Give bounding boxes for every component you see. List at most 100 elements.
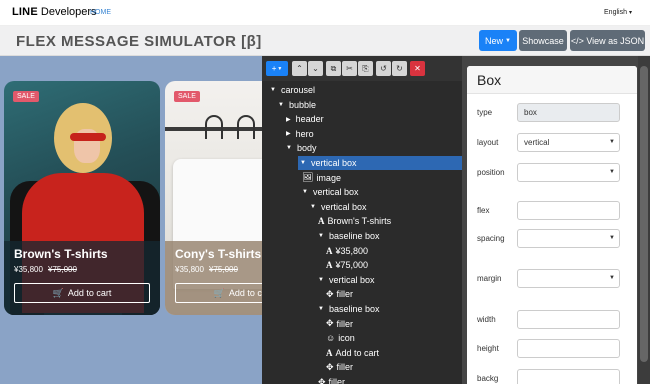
tree-node[interactable]: A Add to cart xyxy=(326,346,379,360)
caret-down-icon[interactable]: ▼ xyxy=(318,233,324,239)
property-card: Box type box layout vertical ▼ position ▼ flex s… xyxy=(467,66,637,384)
chevron-up-icon: ⌃ xyxy=(296,64,303,73)
tree-node[interactable]: ✥ filler xyxy=(326,360,353,374)
delete-button[interactable]: ✕ xyxy=(410,61,425,76)
property-text-width[interactable] xyxy=(517,310,620,329)
redo-button[interactable]: ↻ xyxy=(392,61,407,76)
move-up-button[interactable]: ⌃ xyxy=(292,61,307,76)
hanger-shape xyxy=(237,115,255,139)
property-value: vertical xyxy=(524,138,550,147)
property-label-spacing: spacing xyxy=(477,234,505,243)
tree-node[interactable]: ▼ vertical box xyxy=(298,156,472,170)
tree-node[interactable]: ▼ vertical box xyxy=(318,273,374,287)
cut-button[interactable]: ✂ xyxy=(342,61,357,76)
product-name: Brown's T-shirts xyxy=(14,247,108,261)
image-icon: 🖼 xyxy=(302,172,314,183)
tree-node-label: carousel xyxy=(280,85,315,95)
product-old-price: ¥75,000 xyxy=(209,265,238,274)
caret-down-icon[interactable]: ▼ xyxy=(270,87,276,93)
sale-badge: SALE xyxy=(174,91,200,102)
tree-node[interactable]: ▶ hero xyxy=(286,127,314,141)
copy-button[interactable]: ⧉ xyxy=(326,61,341,76)
caret-down-icon[interactable]: ▼ xyxy=(310,204,316,210)
undo-button[interactable]: ↺ xyxy=(376,61,391,76)
property-label-margin: margin xyxy=(477,274,502,283)
component-tree: ▼ carousel ▼ bubble ▶ header ▶ hero ▼ body ▼ vertic… xyxy=(262,83,472,384)
tree-node[interactable]: ✥ filler xyxy=(318,375,345,384)
tree-node[interactable]: ✥ filler xyxy=(326,287,353,301)
home-link[interactable]: HOME xyxy=(90,9,111,16)
tree-node[interactable]: 🖼 image xyxy=(302,171,341,185)
tree-node-label: filler xyxy=(328,377,346,384)
property-select-position[interactable]: ▼ xyxy=(517,163,620,182)
tree-node[interactable]: A ¥35,800 xyxy=(326,244,368,258)
card-overlay: Cony's T-shirts ¥35,800 ¥75,000 🛒 Add to… xyxy=(165,241,262,315)
tree-node-label: vertical box xyxy=(310,158,357,168)
tree-node-label: Add to cart xyxy=(335,347,380,358)
caret-down-icon[interactable]: ▼ xyxy=(278,102,284,108)
property-label-layout: layout xyxy=(477,138,499,147)
caret-down-icon: ▼ xyxy=(505,37,511,44)
caret-down-icon[interactable]: ▼ xyxy=(286,145,292,151)
property-text-height[interactable] xyxy=(517,339,620,358)
scrollbar-thumb[interactable] xyxy=(640,66,648,362)
component-tree-panel: + ▼ ⌃ ⌄ ⧉ ✂ ⎘ ↺ ↻ ✕ ▼ carousel ▼ bubble ▶ head… xyxy=(262,56,472,384)
language-select[interactable]: English ▾ xyxy=(604,9,632,16)
caret-right-icon[interactable]: ▶ xyxy=(286,116,291,123)
tree-node[interactable]: ▼ baseline box xyxy=(318,302,380,316)
caret-down-icon[interactable]: ▼ xyxy=(302,189,308,195)
caret-down-icon[interactable]: ▼ xyxy=(318,277,324,283)
tree-node[interactable]: ☺ icon xyxy=(326,331,355,345)
card-overlay: Brown's T-shirts ¥35,800 ¥75,000 🛒 Add t… xyxy=(4,241,160,315)
hanger-shape xyxy=(205,115,223,139)
tree-node-label: bubble xyxy=(288,99,316,110)
line-developers-logo[interactable]: LINE Developers xyxy=(12,6,97,18)
text-icon: A xyxy=(326,245,333,256)
view-json-button[interactable]: </> View as JSON xyxy=(570,30,645,51)
tree-toolbar: + ▼ ⌃ ⌄ ⧉ ✂ ⎘ ↺ ↻ ✕ xyxy=(262,56,462,81)
tree-node-label: header xyxy=(295,114,324,125)
caret-right-icon[interactable]: ▶ xyxy=(286,130,291,137)
property-select-margin[interactable]: ▼ xyxy=(517,269,620,288)
dropdown-arrow-icon: ▼ xyxy=(609,169,615,175)
tree-node[interactable]: ▼ vertical box xyxy=(310,200,366,214)
tree-node[interactable]: A Brown's T-shirts xyxy=(318,214,391,228)
property-text-flex[interactable] xyxy=(517,201,620,220)
property-value: box xyxy=(524,108,537,117)
tree-node-label: vertical box xyxy=(328,274,375,285)
add-component-button[interactable]: + ▼ xyxy=(266,61,288,76)
tree-node[interactable]: ▼ baseline box xyxy=(318,229,380,243)
property-text-backg[interactable] xyxy=(517,369,620,384)
product-card[interactable]: SALE Brown's T-shirts ¥35,800 ¥75,000 🛒 … xyxy=(4,81,160,315)
product-card[interactable]: SALE Cony's T-shirts ¥35,800 ¥75,000 🛒 A… xyxy=(165,81,262,315)
tree-node[interactable]: A ¥75,000 xyxy=(326,258,368,272)
tree-node[interactable]: ▼ vertical box xyxy=(302,185,358,199)
top-bar: LINE Developers HOME English ▾ xyxy=(0,0,650,26)
new-button-label: New xyxy=(485,35,504,46)
tree-node[interactable]: ✥ filler xyxy=(326,317,353,331)
caret-down-icon[interactable]: ▼ xyxy=(300,160,306,166)
tree-node[interactable]: ▼ body xyxy=(286,141,316,155)
showcase-button[interactable]: Showcase xyxy=(519,30,567,51)
paste-button[interactable]: ⎘ xyxy=(358,61,373,76)
sale-badge: SALE xyxy=(13,91,39,102)
text-icon: A xyxy=(326,347,333,358)
tree-node[interactable]: ▼ bubble xyxy=(278,98,316,112)
property-select-spacing[interactable]: ▼ xyxy=(517,229,620,248)
property-title: Box xyxy=(477,72,502,88)
new-button[interactable]: New ▼ xyxy=(479,30,517,51)
property-select-layout[interactable]: vertical ▼ xyxy=(517,133,620,152)
tree-node[interactable]: ▼ carousel xyxy=(270,83,315,97)
tree-node-label: image xyxy=(316,172,341,183)
tree-node-label: ¥35,800 xyxy=(335,245,369,256)
property-readonly-type[interactable]: box xyxy=(517,103,620,122)
logo-developers: Developers xyxy=(40,6,97,18)
add-to-cart-button[interactable]: 🛒 Add to cart xyxy=(175,283,262,303)
caret-down-icon[interactable]: ▼ xyxy=(318,306,324,312)
tree-node-label: Brown's T-shirts xyxy=(327,216,392,227)
property-panel: Box type box layout vertical ▼ position ▼ flex s… xyxy=(462,56,650,384)
tree-node[interactable]: ▶ header xyxy=(286,112,324,126)
move-down-button[interactable]: ⌄ xyxy=(308,61,323,76)
add-to-cart-button[interactable]: 🛒 Add to cart xyxy=(14,283,150,303)
tree-node-label: baseline box xyxy=(328,304,380,314)
